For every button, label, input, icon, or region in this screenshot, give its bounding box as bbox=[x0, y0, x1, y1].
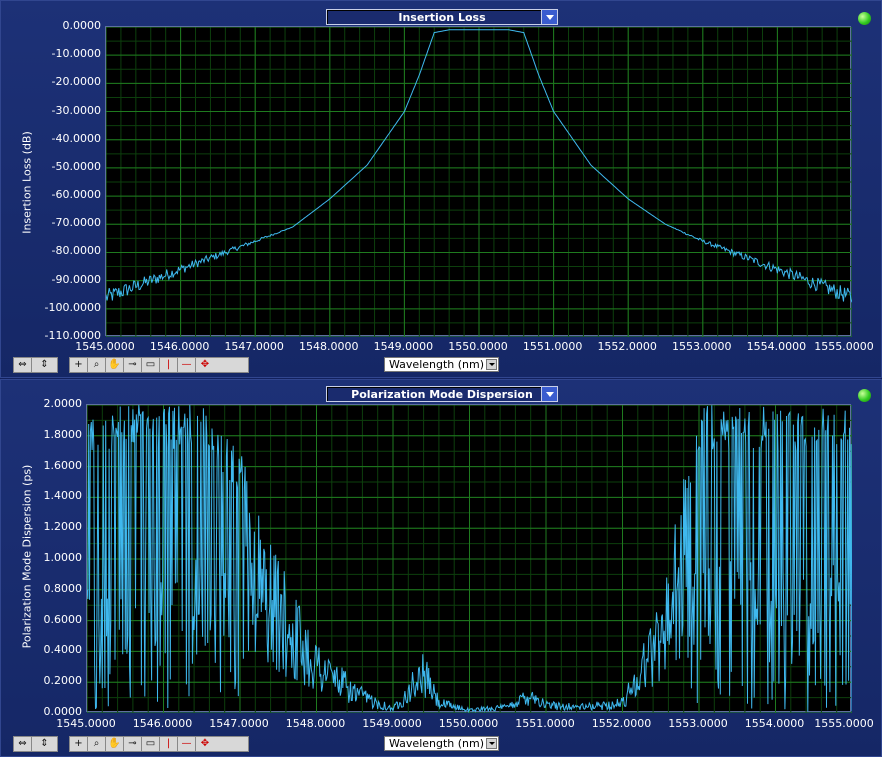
move-cursor-tool-icon[interactable]: ✥ bbox=[196, 737, 214, 751]
key-tool-icon[interactable]: ⊸ bbox=[124, 358, 142, 372]
scale-buttons: ⇔ ⇕ bbox=[13, 736, 58, 752]
y-tick-label: 0.0000 bbox=[62, 19, 102, 32]
rect-tool-icon[interactable]: ▭ bbox=[142, 358, 160, 372]
chevron-down-icon[interactable] bbox=[486, 359, 497, 370]
dropdown-arrow-icon[interactable] bbox=[541, 386, 558, 402]
scale-buttons: ⇔ ⇕ bbox=[13, 357, 58, 373]
hand-tool-icon[interactable]: ✋ bbox=[106, 358, 124, 372]
y-tick-label: 1.4000 bbox=[43, 489, 83, 503]
y-tick-label: 0.6000 bbox=[43, 612, 83, 626]
insertion-loss-plot bbox=[106, 27, 852, 337]
y-tick-label: 1.6000 bbox=[43, 458, 83, 472]
status-led-icon bbox=[858, 389, 871, 402]
crosshair-tool-icon[interactable]: + bbox=[70, 737, 88, 751]
x-axis-label-selector[interactable]: Wavelength (nm) bbox=[384, 736, 499, 751]
y-tick-label: -50.0000 bbox=[51, 159, 101, 173]
y-tick-label: 2.0000 bbox=[43, 397, 83, 410]
crosshair-tool-icon[interactable]: + bbox=[70, 358, 88, 372]
graph-title: Polarization Mode Dispersion bbox=[351, 388, 533, 401]
x-axis-label: Wavelength (nm) bbox=[389, 358, 485, 371]
y-tick-label: -20.0000 bbox=[51, 75, 101, 89]
x-tick-label: 1555.0000 bbox=[814, 717, 874, 730]
y-tick-label: -60.0000 bbox=[51, 188, 101, 202]
dropdown-arrow-icon[interactable] bbox=[541, 9, 558, 25]
insertion-loss-graph-panel: Insertion Loss Insertion Loss (dB) Wavel… bbox=[0, 0, 882, 378]
vcursor-tool-icon[interactable]: | bbox=[160, 358, 178, 372]
zoom-y-icon[interactable]: ⇕ bbox=[32, 358, 57, 372]
y-tick-label: 0.2000 bbox=[43, 674, 83, 688]
y-tick-label: -30.0000 bbox=[51, 103, 101, 117]
y-axis-label: Insertion Loss (dB) bbox=[20, 131, 34, 234]
chevron-down-icon[interactable] bbox=[486, 738, 497, 749]
status-led-icon bbox=[858, 12, 871, 25]
zoom-tool-icon[interactable]: ⌕ bbox=[88, 358, 106, 372]
pmd-plot bbox=[87, 405, 852, 713]
y-tick-label: 0.8000 bbox=[43, 581, 83, 595]
zoom-x-icon[interactable]: ⇔ bbox=[14, 737, 32, 751]
move-cursor-tool-icon[interactable]: ✥ bbox=[196, 358, 214, 372]
graph-selector-insertion-loss[interactable]: Insertion Loss bbox=[326, 9, 558, 25]
zoom-tool-icon[interactable]: ⌕ bbox=[88, 737, 106, 751]
y-tick-label: -100.0000 bbox=[44, 300, 101, 314]
hand-tool-icon[interactable]: ✋ bbox=[106, 737, 124, 751]
y-tick-label: 1.2000 bbox=[43, 520, 83, 534]
x-axis-label-selector[interactable]: Wavelength (nm) bbox=[384, 357, 499, 372]
pmd-plot-area[interactable] bbox=[86, 404, 852, 713]
y-tick-label: -80.0000 bbox=[51, 244, 101, 258]
vcursor-tool-icon[interactable]: | bbox=[160, 737, 178, 751]
y-tick-label: -70.0000 bbox=[51, 216, 101, 230]
graph-selector-pmd[interactable]: Polarization Mode Dispersion bbox=[326, 386, 558, 402]
pmd-graph-panel: Polarization Mode Dispersion Polarizatio… bbox=[0, 379, 882, 757]
zoom-y-icon[interactable]: ⇕ bbox=[32, 737, 57, 751]
y-tick-label: 1.8000 bbox=[43, 427, 83, 441]
y-tick-label: -40.0000 bbox=[51, 131, 101, 145]
x-axis-label: Wavelength (nm) bbox=[389, 737, 485, 750]
graph-title: Insertion Loss bbox=[398, 11, 486, 24]
y-tick-label: -90.0000 bbox=[51, 272, 101, 286]
zoom-x-icon[interactable]: ⇔ bbox=[14, 358, 32, 372]
hcursor-tool-icon[interactable]: — bbox=[178, 358, 196, 372]
rect-tool-icon[interactable]: ▭ bbox=[142, 737, 160, 751]
y-tick-label: 1.0000 bbox=[43, 551, 83, 564]
x-tick-label: 1555.0000 bbox=[814, 340, 874, 353]
y-tick-label: -10.0000 bbox=[51, 47, 101, 61]
y-tick-label: 0.4000 bbox=[43, 643, 83, 657]
graph-palette: + ⌕ ✋ ⊸ ▭ | — ✥ bbox=[69, 357, 249, 373]
hcursor-tool-icon[interactable]: — bbox=[178, 737, 196, 751]
key-tool-icon[interactable]: ⊸ bbox=[124, 737, 142, 751]
graph-palette: + ⌕ ✋ ⊸ ▭ | — ✥ bbox=[69, 736, 249, 752]
insertion-loss-plot-area[interactable] bbox=[105, 26, 852, 337]
